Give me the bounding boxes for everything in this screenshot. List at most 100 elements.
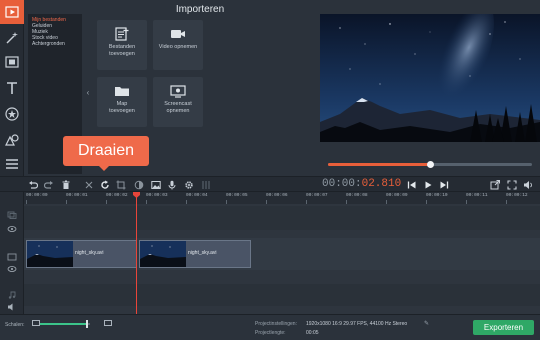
title-track-icon xyxy=(5,210,19,220)
ruler-tick-label: 00:00:05 xyxy=(226,193,248,198)
ruler-tick-mark xyxy=(186,200,187,204)
clip-name: night_sky.avi xyxy=(75,250,104,256)
record-video-label: Video opnemen xyxy=(158,44,198,50)
ruler-tick-label: 00:00:02 xyxy=(106,193,128,198)
ruler-tick-mark xyxy=(506,200,507,204)
record-video-button[interactable]: Video opnemen xyxy=(153,20,203,70)
transitions-icon[interactable] xyxy=(0,128,24,152)
microphone-icon[interactable] xyxy=(165,177,179,193)
progress-knob[interactable] xyxy=(427,161,434,168)
ruler-tick-label: 00:00:07 xyxy=(306,193,328,198)
import-media-icon[interactable] xyxy=(0,0,24,24)
delete-trash-icon[interactable] xyxy=(59,177,73,193)
rotate-tooltip: Draaien xyxy=(63,136,149,171)
zoom-out-icon[interactable] xyxy=(32,320,40,326)
timecode-value: 02.810 xyxy=(361,178,402,190)
ruler-tick-label: 00:00:00 xyxy=(26,193,48,198)
skip-forward-icon[interactable] xyxy=(437,177,451,193)
video-track-visibility-icon[interactable] xyxy=(5,264,19,274)
crop-icon[interactable] xyxy=(114,177,128,193)
ruler-tick-mark xyxy=(26,200,27,204)
fullscreen-icon[interactable] xyxy=(505,177,519,193)
ruler-tick-mark xyxy=(466,200,467,204)
timeline[interactable]: 00:00:00 00:00:01 00:00:02 00:00:03 00:00:04… xyxy=(0,192,540,314)
tool-sidebar xyxy=(0,0,24,176)
ruler-tick-mark xyxy=(106,200,107,204)
video-clip[interactable]: night_sky.avi xyxy=(139,240,251,268)
add-folder-label: Map toevoegen xyxy=(109,101,135,114)
ruler-tick-mark xyxy=(226,200,227,204)
ruler-tick-mark xyxy=(426,200,427,204)
playback-progress-slider[interactable] xyxy=(328,161,532,168)
skip-back-icon[interactable] xyxy=(405,177,419,193)
ruler-tick-mark xyxy=(386,200,387,204)
add-files-label: Bestanden toevoegen xyxy=(108,44,136,57)
export-button[interactable]: Exporteren xyxy=(473,320,534,335)
collapse-panel-chevron-icon[interactable]: ‹ xyxy=(84,86,92,100)
time-ruler[interactable]: 00:00:00 00:00:01 00:00:02 00:00:03 00:00:04… xyxy=(24,192,540,204)
video-editor-window: Importeren Mijn bestanden Geluiden Muzie… xyxy=(0,0,540,340)
ruler-tick-label: 00:00:09 xyxy=(386,193,408,198)
ruler-tick-label: 00:00:12 xyxy=(506,193,528,198)
cut-scissors-icon[interactable] xyxy=(82,177,96,193)
titles-text-icon[interactable] xyxy=(0,76,24,100)
add-folder-button[interactable]: Map toevoegen xyxy=(97,77,147,127)
night-sky-preview-image xyxy=(320,14,540,142)
edit-toolbar xyxy=(0,176,540,192)
ruler-tick-mark xyxy=(346,200,347,204)
music-track-note-icon xyxy=(5,290,19,300)
timecode-display: 00:00:02.810 xyxy=(322,176,401,192)
equalizer-icon[interactable] xyxy=(199,177,213,193)
music-track-mute-icon[interactable] xyxy=(5,302,19,312)
zoom-fill xyxy=(40,323,86,325)
filmstrip-icon[interactable] xyxy=(0,50,24,74)
ruler-tick-mark xyxy=(66,200,67,204)
video-preview[interactable] xyxy=(320,14,540,142)
track-controls xyxy=(0,192,24,314)
play-icon[interactable] xyxy=(421,177,435,193)
project-settings-value: 1920x1080 16:9 29.97 FPS, 44100 Hz Stere… xyxy=(306,321,408,327)
edit-pencil-icon[interactable]: ✎ xyxy=(424,320,429,327)
ruler-tick-label: 00:00:03 xyxy=(146,193,168,198)
project-length-label: Projectlengte: xyxy=(255,330,286,336)
zoom-slider[interactable] xyxy=(40,320,90,328)
add-files-button[interactable]: Bestanden toevoegen xyxy=(97,20,147,70)
video-camera-icon xyxy=(171,30,185,38)
zoom-knob[interactable] xyxy=(86,320,88,328)
magic-wand-icon[interactable] xyxy=(0,26,24,50)
ruler-tick-mark xyxy=(266,200,267,204)
timecode-prefix: 00:00: xyxy=(322,178,362,190)
category-backgrounds[interactable]: Achtergronden xyxy=(32,41,78,47)
rotate-icon[interactable] xyxy=(98,177,112,193)
ruler-tick-label: 00:00:06 xyxy=(266,193,288,198)
color-adjust-icon[interactable] xyxy=(132,177,146,193)
export-frame-icon[interactable] xyxy=(488,177,502,193)
ruler-tick-mark xyxy=(306,200,307,204)
ruler-tick-label: 00:00:11 xyxy=(466,193,488,198)
ruler-tick-label: 00:00:10 xyxy=(426,193,448,198)
screencast-button[interactable]: Screencast opnemen xyxy=(153,77,203,127)
video-clip[interactable]: night_sky.avi xyxy=(26,240,137,268)
clip-thumbnail xyxy=(140,241,186,267)
project-settings-label: Projectinstellingen: xyxy=(255,321,297,327)
title-track[interactable] xyxy=(24,206,540,230)
undo-icon[interactable] xyxy=(26,177,40,193)
project-length-value: 00:05 xyxy=(306,330,319,336)
ruler-tick-label: 00:00:04 xyxy=(186,193,208,198)
redo-icon[interactable] xyxy=(42,177,56,193)
playhead[interactable] xyxy=(136,192,137,314)
volume-icon[interactable] xyxy=(521,177,535,193)
clip-name: night_sky.avi xyxy=(188,250,217,256)
settings-gear-icon[interactable] xyxy=(182,177,196,193)
music-track[interactable] xyxy=(24,284,540,306)
ruler-tick-label: 00:00:08 xyxy=(346,193,368,198)
scale-label: Schalen: xyxy=(5,322,25,328)
screencast-icon xyxy=(170,85,186,98)
add-files-icon xyxy=(115,27,129,41)
image-insert-icon[interactable] xyxy=(149,177,163,193)
stickers-star-icon[interactable] xyxy=(0,102,24,126)
zoom-in-icon[interactable] xyxy=(104,320,112,326)
ruler-tick-mark xyxy=(146,200,147,204)
title-track-visibility-icon[interactable] xyxy=(5,224,19,234)
more-menu-icon[interactable] xyxy=(0,152,24,176)
